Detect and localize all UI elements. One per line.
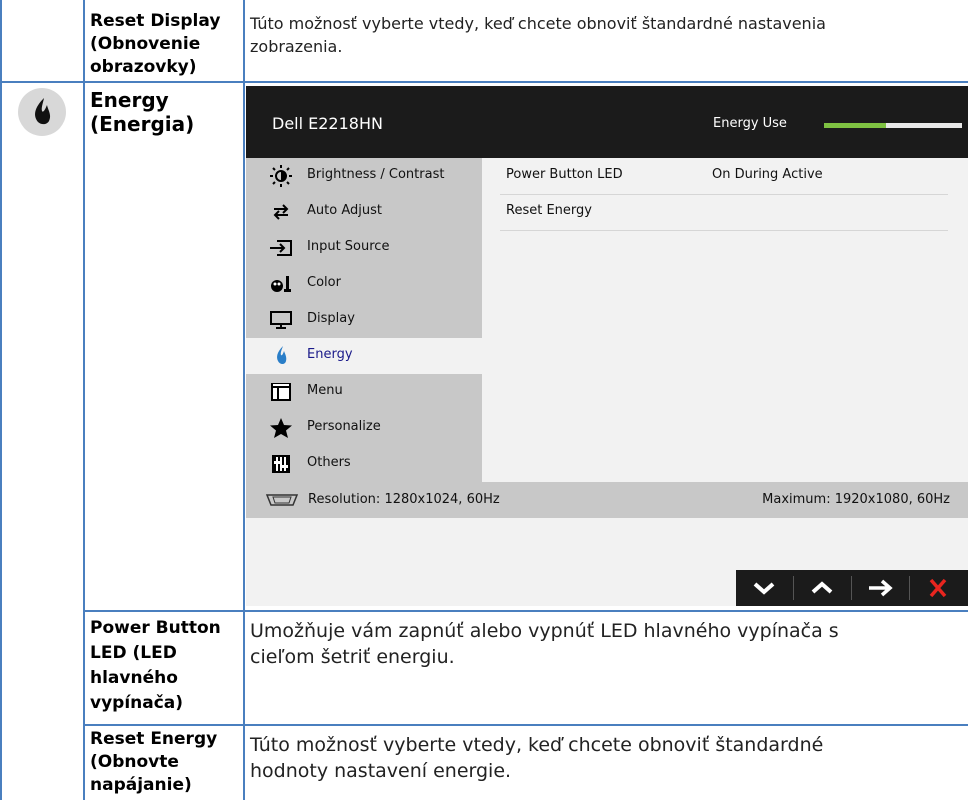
row-desc-power-button-led: Umožňuje vám zapnúť alebo vypnúť LED hla… bbox=[250, 620, 839, 668]
menu-item-display[interactable]: Display bbox=[246, 302, 482, 338]
osd-submenu: Power Button LED On During Active Reset … bbox=[482, 158, 968, 482]
menu-item-energy[interactable]: Energy bbox=[246, 338, 482, 374]
auto-adjust-icon bbox=[273, 204, 289, 220]
row-title-power-button-led: Power Button LED (LED hlavného vypínača) bbox=[90, 618, 221, 713]
star-icon bbox=[270, 418, 292, 438]
osd-header: Dell E2218HN Energy Use bbox=[246, 86, 968, 158]
energy-use-bar bbox=[824, 123, 962, 128]
table-border bbox=[0, 81, 968, 83]
table-border bbox=[0, 0, 2, 800]
vga-connector-icon bbox=[265, 494, 299, 506]
row-title-energy: Energy (Energia) bbox=[90, 88, 195, 136]
table-border bbox=[83, 0, 85, 800]
osd-status-bar: Resolution: 1280x1024, 60Hz Maximum: 192… bbox=[246, 482, 968, 518]
monitor-model: Dell E2218HN bbox=[272, 114, 383, 133]
energy-drop-icon bbox=[18, 88, 66, 136]
menu-item-menu[interactable]: Menu bbox=[246, 374, 482, 410]
menu-item-personalize[interactable]: Personalize bbox=[246, 410, 482, 446]
menu-item-input-source[interactable]: Input Source bbox=[246, 230, 482, 266]
osd-main-menu: Brightness / Contrast Auto Adjust Input … bbox=[246, 158, 482, 482]
arrow-right-icon[interactable] bbox=[852, 570, 908, 606]
maximum-resolution: Maximum: 1920x1080, 60Hz bbox=[762, 492, 950, 507]
menu-icon bbox=[271, 383, 291, 401]
current-resolution: Resolution: 1280x1024, 60Hz bbox=[308, 492, 500, 507]
chevron-up-icon[interactable] bbox=[794, 570, 850, 606]
menu-item-auto-adjust[interactable]: Auto Adjust bbox=[246, 194, 482, 230]
energy-icon bbox=[277, 346, 287, 364]
display-icon bbox=[270, 311, 292, 329]
row-desc-reset-energy: Túto možnosť vyberte vtedy, keď chcete o… bbox=[250, 734, 824, 782]
row-title-reset-energy: Reset Energy (Obnovte napájanie) bbox=[90, 729, 218, 795]
menu-item-others[interactable]: Others bbox=[246, 446, 482, 482]
others-icon bbox=[272, 455, 290, 473]
menu-item-color[interactable]: Color bbox=[246, 266, 482, 302]
osd-screenshot: Dell E2218HN Energy Use Brightness / Con… bbox=[246, 86, 968, 606]
energy-use-label: Energy Use bbox=[713, 116, 787, 131]
table-border bbox=[83, 610, 968, 612]
color-icon bbox=[271, 276, 291, 292]
row-title-reset-display: Reset Display (Obnovenie obrazovky) bbox=[90, 11, 221, 77]
input-source-icon bbox=[270, 240, 292, 256]
menu-item-brightness-contrast[interactable]: Brightness / Contrast bbox=[246, 158, 482, 194]
submenu-reset-energy[interactable]: Reset Energy bbox=[500, 194, 948, 231]
row-desc-reset-display: Túto možnosť vyberte vtedy, keď chcete o… bbox=[250, 14, 826, 56]
table-border bbox=[83, 724, 968, 726]
submenu-power-button-led[interactable]: Power Button LED On During Active bbox=[500, 158, 948, 195]
osd-button-bar bbox=[736, 570, 968, 606]
table-border bbox=[243, 0, 245, 800]
energy-use-bar-fill bbox=[824, 123, 887, 128]
close-icon[interactable] bbox=[910, 570, 966, 606]
chevron-down-icon[interactable] bbox=[736, 570, 792, 606]
brightness-icon bbox=[270, 165, 292, 187]
